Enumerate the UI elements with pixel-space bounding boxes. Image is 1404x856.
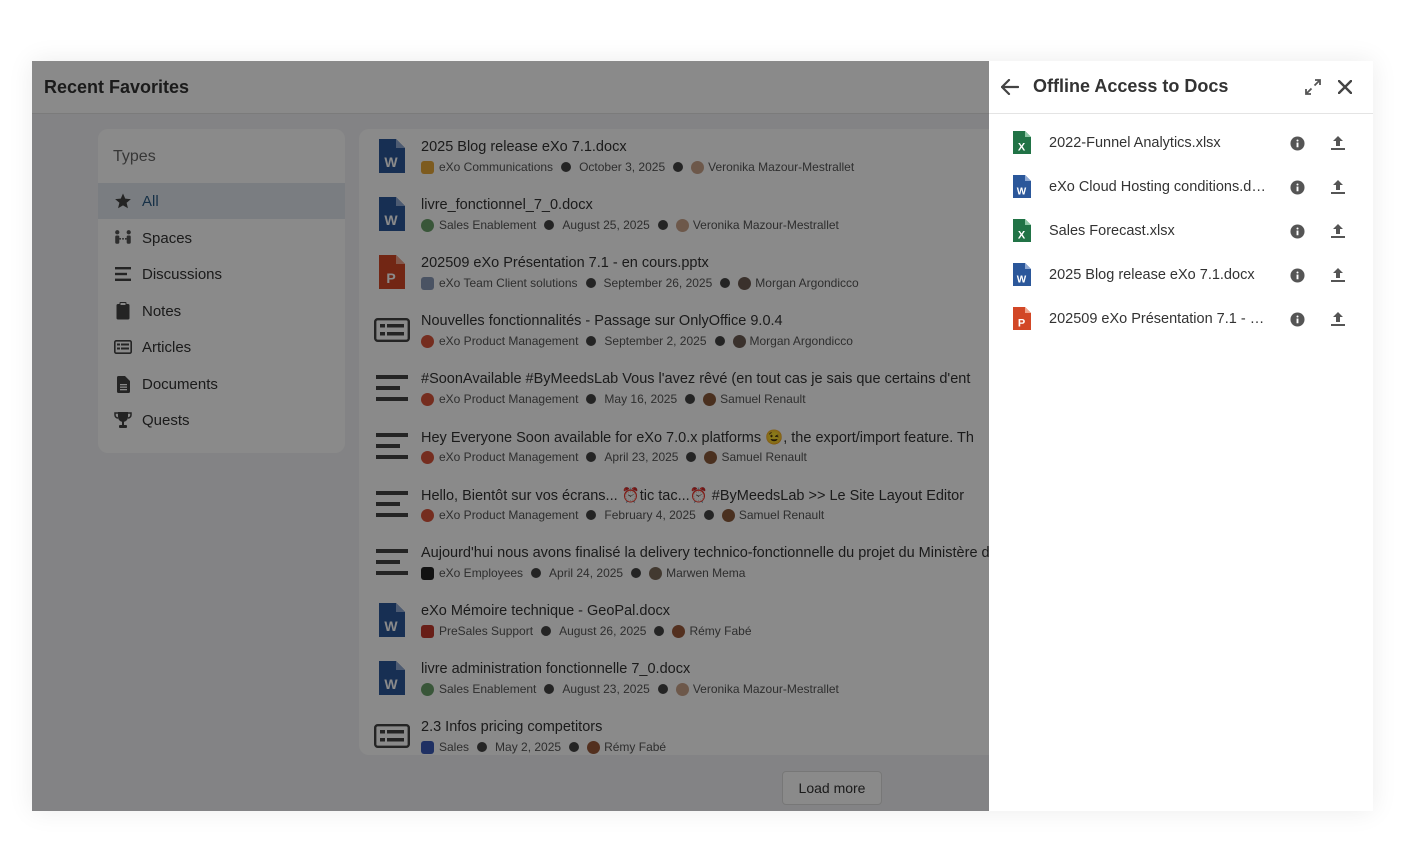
svg-text:P: P — [1018, 318, 1025, 330]
info-icon[interactable] — [1288, 266, 1306, 284]
drawer-header: Offline Access to Docs — [989, 61, 1373, 114]
svg-text:X: X — [1018, 142, 1026, 154]
doc-name: eXo Cloud Hosting conditions.docx — [1049, 179, 1267, 195]
svg-text:W: W — [1017, 187, 1027, 198]
excel-file-icon: X — [1013, 131, 1033, 155]
info-icon[interactable] — [1288, 134, 1306, 152]
powerpoint-file-icon: P — [1013, 307, 1033, 331]
info-icon[interactable] — [1288, 222, 1306, 240]
svg-text:X: X — [1018, 230, 1026, 242]
upload-icon[interactable] — [1328, 133, 1348, 153]
info-icon[interactable] — [1288, 310, 1306, 328]
offline-doc-item[interactable]: W eXo Cloud Hosting conditions.docx — [989, 165, 1373, 209]
upload-icon[interactable] — [1328, 221, 1348, 241]
doc-name: Sales Forecast.xlsx — [1049, 223, 1175, 239]
app-frame: Recent Favorites Types All Spaces Discus… — [32, 61, 1373, 811]
doc-name: 202509 eXo Présentation 7.1 - en cours.p… — [1049, 311, 1267, 327]
drawer-title: Offline Access to Docs — [1033, 76, 1229, 96]
offline-docs-drawer: Offline Access to Docs X 2022-Funnel Ana… — [989, 61, 1373, 811]
word-file-icon: W — [1013, 175, 1033, 199]
offline-doc-item[interactable]: X Sales Forecast.xlsx — [989, 209, 1373, 253]
word-file-icon: W — [1013, 263, 1033, 287]
drawer-overlay[interactable] — [32, 61, 989, 811]
close-icon[interactable] — [1334, 76, 1356, 98]
info-icon[interactable] — [1288, 178, 1306, 196]
back-arrow-icon[interactable] — [999, 76, 1021, 98]
upload-icon[interactable] — [1328, 177, 1348, 197]
offline-doc-item[interactable]: X 2022-Funnel Analytics.xlsx — [989, 121, 1373, 165]
upload-icon[interactable] — [1328, 309, 1348, 329]
upload-icon[interactable] — [1328, 265, 1348, 285]
offline-doc-item[interactable]: P 202509 eXo Présentation 7.1 - en cours… — [989, 297, 1373, 341]
excel-file-icon: X — [1013, 219, 1033, 243]
offline-doc-item[interactable]: W 2025 Blog release eXo 7.1.docx — [989, 253, 1373, 297]
doc-name: 2025 Blog release eXo 7.1.docx — [1049, 267, 1255, 283]
doc-name: 2022-Funnel Analytics.xlsx — [1049, 135, 1221, 151]
svg-text:W: W — [1017, 275, 1027, 286]
expand-icon[interactable] — [1302, 76, 1324, 98]
